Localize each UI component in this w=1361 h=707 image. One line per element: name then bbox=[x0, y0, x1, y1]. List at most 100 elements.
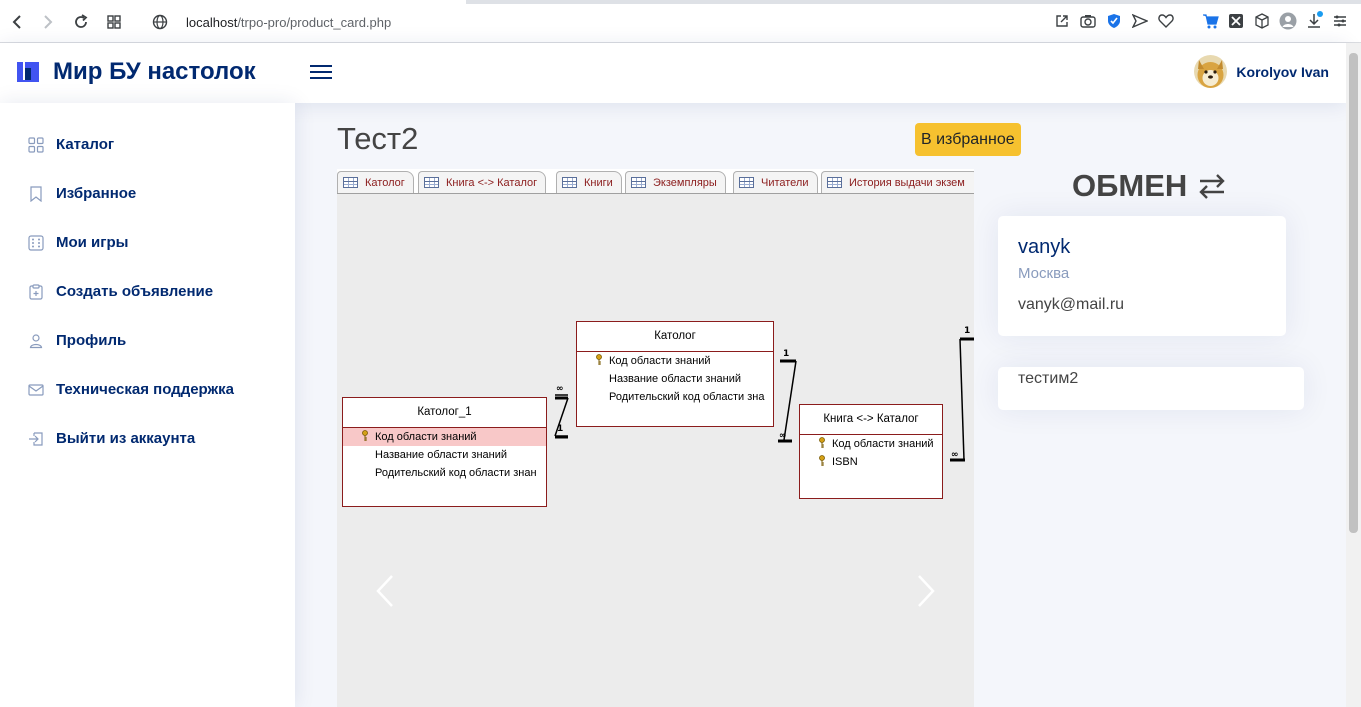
browser-tab-strip bbox=[0, 0, 1361, 4]
sidebar-item-label: Каталог bbox=[56, 136, 115, 153]
cart-icon[interactable] bbox=[1201, 11, 1219, 31]
browser-extensions bbox=[1053, 11, 1349, 31]
back-icon[interactable] bbox=[6, 11, 28, 33]
speed-dial-icon[interactable] bbox=[103, 11, 125, 33]
download-icon[interactable] bbox=[1305, 11, 1323, 31]
db-field-label: Название области знаний bbox=[375, 449, 508, 461]
description-card: тестим2 bbox=[998, 367, 1304, 410]
send-icon[interactable] bbox=[1131, 11, 1149, 31]
db-field-label: Код области знаний bbox=[609, 355, 711, 367]
db-field: Название области знаний bbox=[577, 370, 773, 388]
reload-icon[interactable] bbox=[70, 11, 92, 33]
hamburger-menu-icon[interactable] bbox=[310, 61, 332, 85]
db-table-katolog: Католог Код области знаний Название обла… bbox=[576, 321, 774, 427]
extension-icon[interactable] bbox=[1227, 11, 1245, 31]
camera-icon[interactable] bbox=[1079, 11, 1097, 31]
db-field-label: ISBN bbox=[832, 456, 858, 468]
arrow-left-right-icon bbox=[1199, 174, 1225, 199]
avatar[interactable] bbox=[1194, 55, 1228, 88]
db-field: Родительский код области знан bbox=[343, 464, 546, 482]
product-image-carousel: Католог Книга <-> Каталог Книги Экземпля… bbox=[337, 169, 974, 707]
browser-active-tab[interactable] bbox=[0, 0, 466, 4]
db-table-title: Католог bbox=[577, 322, 773, 352]
db-field: ISBN bbox=[800, 453, 942, 471]
sidebar-item-logout[interactable]: Выйти из аккаунта bbox=[28, 430, 195, 447]
sidebar-item-label: Выйти из аккаунта bbox=[56, 430, 196, 447]
key-icon bbox=[596, 354, 602, 365]
key-icon bbox=[362, 430, 368, 441]
url-host: localhost bbox=[186, 15, 238, 30]
address-bar[interactable]: localhost/trpo-pro/product_card.php bbox=[186, 15, 391, 30]
db-table-book-catalog: Книга <-> Каталог Код области знаний ISB… bbox=[799, 404, 943, 499]
globe-icon[interactable] bbox=[149, 11, 171, 33]
db-field: Родительский код области зна bbox=[577, 388, 773, 406]
box-arrow-in-right-icon bbox=[29, 431, 43, 446]
seller-email[interactable]: vanyk@mail.ru bbox=[1018, 296, 1124, 314]
one-label: 1 bbox=[964, 326, 971, 336]
envelope-icon bbox=[28, 383, 44, 396]
carousel-prev-icon[interactable] bbox=[375, 574, 395, 608]
many-label: ∞ bbox=[951, 450, 959, 460]
page-scrollbar[interactable] bbox=[1346, 43, 1361, 707]
sidebar-item-label: Мои игры bbox=[56, 234, 129, 251]
logo-icon bbox=[17, 62, 39, 82]
seller-card: vanyk Москва vanyk@mail.ru bbox=[998, 216, 1286, 336]
dice-icon bbox=[28, 234, 44, 251]
heart-icon[interactable] bbox=[1157, 11, 1175, 31]
sidebar-item-create-listing[interactable]: Создать объявление bbox=[28, 283, 213, 300]
sidebar-item-label: Техническая поддержка bbox=[56, 381, 235, 398]
seller-city: Москва bbox=[1018, 265, 1070, 282]
seller-name[interactable]: vanyk bbox=[1018, 236, 1070, 259]
user-name: Korolyov Ivan bbox=[1236, 63, 1329, 80]
db-field-label: Код области знаний bbox=[832, 438, 934, 450]
app-header: Мир БУ настолок Korolyov Ivan bbox=[0, 43, 1346, 103]
key-icon bbox=[819, 455, 825, 466]
one-label: 1 bbox=[783, 349, 790, 359]
user-menu[interactable]: Korolyov Ivan bbox=[1194, 55, 1329, 88]
db-field-label: Родительский код области знан bbox=[375, 467, 537, 479]
db-table-title: Католог_1 bbox=[343, 398, 546, 428]
exchange-heading: ОБМЕН bbox=[1072, 168, 1227, 204]
sidebar-item-favorites[interactable]: Избранное bbox=[28, 185, 136, 202]
clipboard-plus-icon bbox=[29, 283, 43, 300]
db-field-label: Код области знаний bbox=[375, 431, 477, 443]
sidebar: Каталог Избранное Мои игры Создать объяв… bbox=[0, 103, 295, 707]
product-description: тестим2 bbox=[1018, 370, 1079, 387]
shield-check-icon[interactable] bbox=[1105, 11, 1123, 31]
db-table-katolog-1: Католог_1 Код области знаний Название об… bbox=[342, 397, 547, 507]
profile-icon[interactable] bbox=[1279, 11, 1297, 31]
url-path: /trpo-pro/product_card.php bbox=[237, 15, 392, 30]
many-label: ∞ bbox=[779, 431, 787, 441]
cube-icon[interactable] bbox=[1253, 11, 1271, 31]
sidebar-item-profile[interactable]: Профиль bbox=[28, 332, 126, 349]
brand-name: Мир БУ настолок bbox=[53, 58, 256, 85]
scrollbar-thumb[interactable] bbox=[1349, 53, 1358, 533]
db-field: Код области знаний bbox=[577, 352, 773, 370]
share-icon[interactable] bbox=[1053, 11, 1071, 31]
logo[interactable]: Мир БУ настолок bbox=[15, 58, 256, 86]
db-field: Код области знаний bbox=[800, 435, 942, 453]
separator bbox=[1183, 11, 1193, 31]
bookmark-icon bbox=[30, 185, 42, 202]
add-to-favorites-button[interactable]: В избранное bbox=[915, 123, 1021, 156]
browser-toolbar: localhost/trpo-pro/product_card.php bbox=[0, 0, 1361, 43]
carousel-next-icon[interactable] bbox=[916, 574, 936, 608]
sidebar-item-catalog[interactable]: Каталог bbox=[28, 136, 114, 153]
product-title: Тест2 bbox=[337, 121, 419, 156]
sidebar-item-my-games[interactable]: Мои игры bbox=[28, 234, 129, 251]
many-label: ∞ bbox=[556, 384, 564, 394]
sidebar-item-label: Создать объявление bbox=[56, 283, 214, 300]
db-field: Название области знаний bbox=[343, 446, 546, 464]
key-icon bbox=[819, 437, 825, 448]
db-field: Код области знаний bbox=[343, 428, 546, 446]
menu-lines-icon[interactable] bbox=[1331, 11, 1349, 31]
db-table-title: Книга <-> Каталог bbox=[800, 405, 942, 435]
sidebar-item-label: Профиль bbox=[56, 332, 127, 349]
sidebar-item-support[interactable]: Техническая поддержка bbox=[28, 381, 234, 398]
person-icon bbox=[29, 333, 43, 348]
exchange-title: ОБМЕН bbox=[1072, 168, 1188, 203]
forward-icon[interactable] bbox=[37, 11, 59, 33]
db-field-label: Родительский код области зна bbox=[609, 391, 765, 403]
db-field-label: Название области знаний bbox=[609, 373, 742, 385]
grid-icon bbox=[28, 136, 44, 153]
